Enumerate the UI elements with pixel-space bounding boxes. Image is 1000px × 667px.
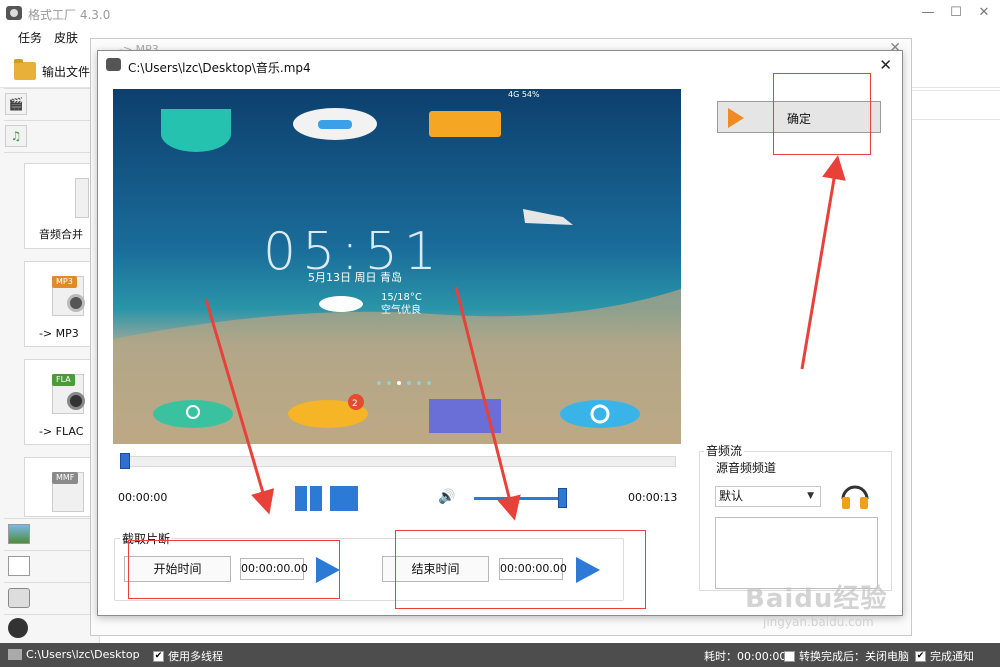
app-title: 格式工厂 4.3.0 <box>28 8 111 22</box>
document-icon[interactable] <box>8 556 30 576</box>
after-done-label: 转换完成后：关闭电脑 <box>799 650 909 663</box>
close-button[interactable]: ✕ <box>974 4 994 22</box>
tools-icon[interactable] <box>8 618 28 638</box>
elapsed-time: 耗时：00:00:00 <box>704 650 787 663</box>
tile-label: 音频合并 <box>39 228 83 241</box>
tile-label: -> MP3 <box>39 327 79 340</box>
video-icon[interactable]: 🎬 <box>5 93 27 115</box>
annotation-arrows <box>204 155 846 521</box>
notify-label: 完成通知 <box>930 650 974 663</box>
menu-task[interactable]: 任务 <box>18 29 42 46</box>
tile-to-mp3[interactable]: MP3 -> MP3 <box>24 261 100 347</box>
minimize-button[interactable]: — <box>918 4 938 22</box>
tile-to-flac[interactable]: FLA -> FLAC <box>24 359 100 445</box>
watermark: Baidu经验 jingyan.baidu.com <box>745 578 887 629</box>
mp3-tag: MP3 <box>52 276 77 288</box>
folder-icon <box>8 649 22 660</box>
checkbox-checked-icon[interactable]: ✔ <box>153 650 164 662</box>
checkbox-unchecked-icon[interactable] <box>784 650 795 662</box>
maximize-button[interactable]: ☐ <box>946 4 966 22</box>
folder-icon <box>14 59 36 80</box>
multithread-option[interactable]: ✔ 使用多线程 <box>153 648 223 664</box>
speaker-icon <box>67 294 85 312</box>
watermark-sub: jingyan.baidu.com <box>763 615 874 629</box>
tile-audio-merge[interactable]: 音频合并 <box>24 163 100 249</box>
multithread-label: 使用多线程 <box>168 650 223 663</box>
tile-to-mmf[interactable]: MMF <box>24 457 100 517</box>
clip-dialog: C:\Users\lzc\Desktop\音乐.mp4 ✕ 05:51 5月13… <box>97 50 903 616</box>
flac-tag: FLA <box>52 374 75 386</box>
headphone-icon <box>67 392 85 410</box>
output-folder-button[interactable]: 输出文件夹 <box>14 59 102 83</box>
menu-skin[interactable]: 皮肤 <box>54 29 78 46</box>
notify-option[interactable]: ✔ 完成通知 <box>915 648 974 664</box>
after-done-option[interactable]: 转换完成后：关闭电脑 <box>784 648 909 664</box>
watermark-main: Baidu经验 <box>745 584 888 614</box>
app-logo-icon <box>6 6 22 20</box>
file-icon <box>75 178 89 218</box>
mmf-tag: MMF <box>52 472 79 484</box>
statusbar-path: C:\Users\lzc\Desktop <box>8 648 140 661</box>
checkbox-checked-icon[interactable]: ✔ <box>915 650 926 662</box>
image-icon[interactable] <box>8 524 30 544</box>
statusbar-path-text: C:\Users\lzc\Desktop <box>26 648 140 661</box>
app-titlebar: 格式工厂 4.3.0 — ☐ ✕ <box>0 0 1000 27</box>
music-icon[interactable]: ♫ <box>5 125 27 147</box>
disc-icon[interactable] <box>8 588 30 608</box>
tile-label: -> FLAC <box>39 425 84 438</box>
statusbar: C:\Users\lzc\Desktop ✔ 使用多线程 耗时：00:00:00… <box>0 643 1000 667</box>
left-panel: 🎬 ♫ 音频合并 MP3 -> MP3 FLA -> FLAC MMF <box>0 88 100 643</box>
